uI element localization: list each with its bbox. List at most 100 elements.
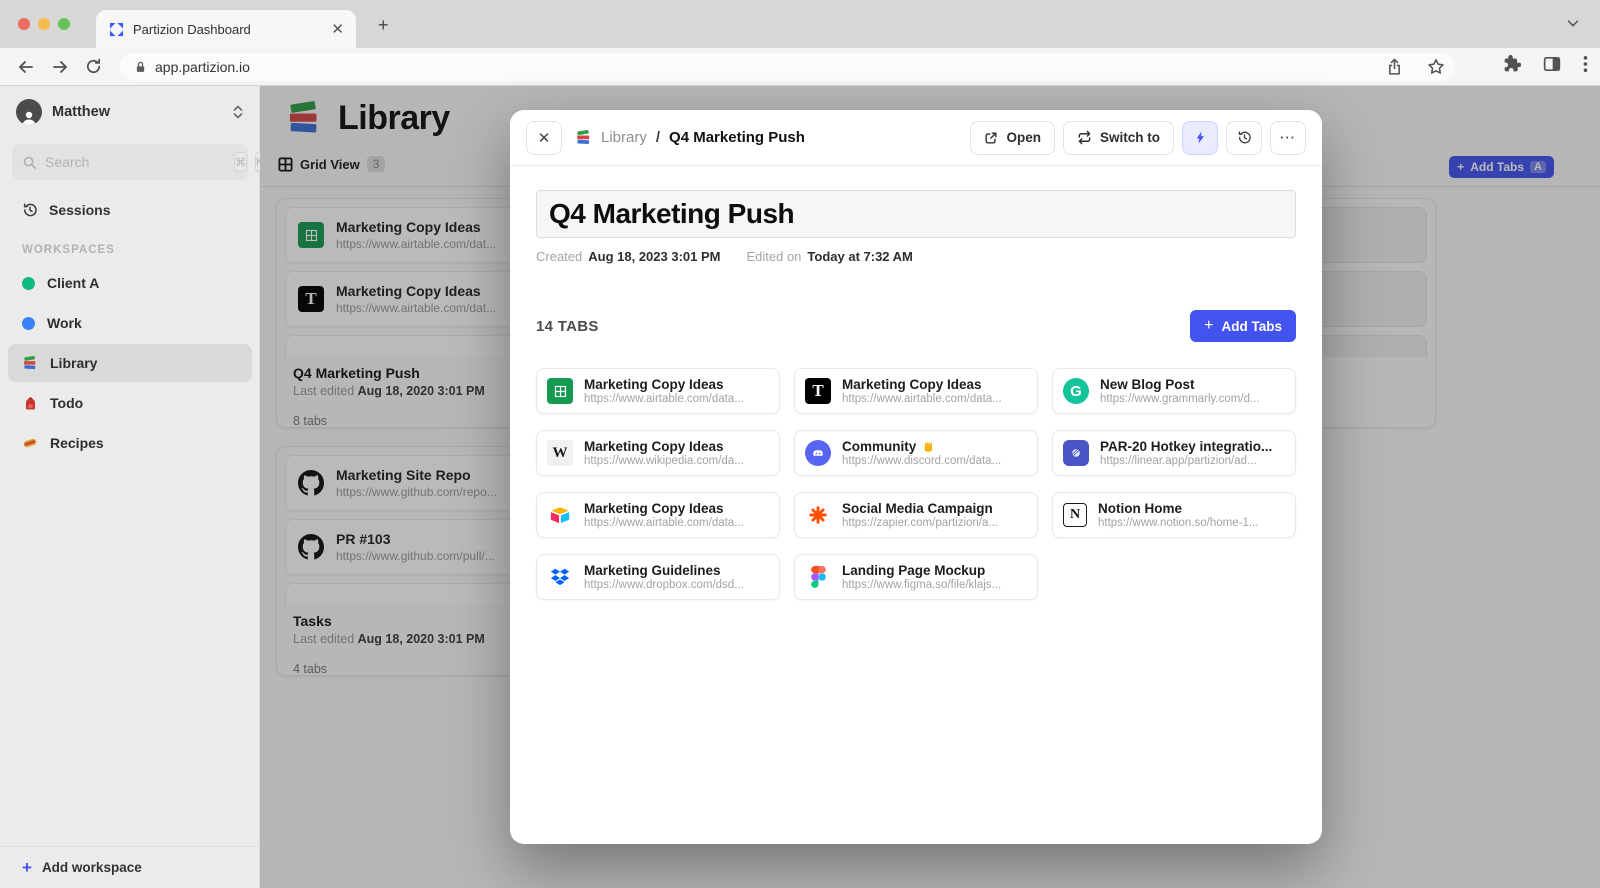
breadcrumb-parent[interactable]: Library xyxy=(601,129,647,146)
tab-url: https://linear.app/partizion/ad... xyxy=(1100,455,1272,467)
search-field[interactable] xyxy=(45,154,226,170)
switch-arrows-icon xyxy=(1077,130,1092,145)
tab-title: Community xyxy=(842,439,1001,456)
tab-card[interactable]: N Notion Home https://www.notion.so/home… xyxy=(1052,492,1296,538)
breadcrumb-current: Q4 Marketing Push xyxy=(669,129,805,146)
breadcrumb: Library / Q4 Marketing Push xyxy=(574,129,958,147)
collection-meta: Created Aug 18, 2023 3:01 PM Edited on T… xyxy=(536,249,1296,264)
modal-close-button[interactable]: ✕ xyxy=(526,121,562,155)
tab-url: https://www.airtable.com/data... xyxy=(842,393,1002,405)
tab-url: https://www.airtable.com/data... xyxy=(584,517,744,529)
tab-close-icon[interactable]: ✕ xyxy=(331,22,344,37)
quick-actions-bolt-button[interactable] xyxy=(1182,121,1218,155)
extensions-puzzle-icon[interactable] xyxy=(1503,55,1521,73)
tab-card[interactable]: PAR-20 Hotkey integratio... https://line… xyxy=(1052,430,1296,476)
tab-title: Partizion Dashboard xyxy=(133,22,322,37)
switch-to-button[interactable]: Switch to xyxy=(1063,121,1174,155)
tab-card[interactable]: Marketing Copy Ideas https://www.airtabl… xyxy=(536,368,780,414)
lock-icon[interactable] xyxy=(134,60,147,74)
tab-title: New Blog Post xyxy=(1100,377,1260,394)
account-switcher[interactable]: Matthew xyxy=(16,98,244,126)
bookmark-star-icon[interactable] xyxy=(1427,58,1445,76)
url-text[interactable]: app.partizion.io xyxy=(155,59,1386,75)
external-link-icon xyxy=(984,131,998,145)
tab-url: https://zapier.com/partizion/a... xyxy=(842,517,998,529)
tab-card[interactable]: Marketing Guidelines https://www.dropbox… xyxy=(536,554,780,600)
created-value: Aug 18, 2023 3:01 PM xyxy=(588,249,720,264)
more-options-button[interactable]: ··· xyxy=(1270,121,1306,155)
tab-url: https://www.figma.so/file/klajs... xyxy=(842,579,1001,591)
partizion-favicon xyxy=(108,21,124,37)
grammarly-icon: G xyxy=(1063,378,1089,404)
books-icon xyxy=(574,129,592,147)
open-label: Open xyxy=(1006,130,1041,145)
tab-card[interactable]: Community https://www.discord.com/data..… xyxy=(794,430,1038,476)
close-icon: ✕ xyxy=(538,129,551,147)
close-window-button[interactable] xyxy=(18,18,30,30)
sessions-label: Sessions xyxy=(49,202,110,218)
sidebar-item-library[interactable]: Library xyxy=(8,344,252,382)
minimize-window-button[interactable] xyxy=(38,18,50,30)
tab-card[interactable]: W Marketing Copy Ideas https://www.wikip… xyxy=(536,430,780,476)
forward-icon[interactable] xyxy=(50,57,70,77)
back-icon[interactable] xyxy=(16,57,36,77)
cmd-keycap: ⌘ xyxy=(234,152,247,172)
tab-card[interactable]: Social Media Campaign https://zapier.com… xyxy=(794,492,1038,538)
sidebar-item-work[interactable]: Work xyxy=(8,304,252,342)
zapier-icon xyxy=(805,502,831,528)
nytimes-icon: T xyxy=(805,378,831,404)
tab-card[interactable]: T Marketing Copy Ideas https://www.airta… xyxy=(794,368,1038,414)
books-icon xyxy=(22,355,38,371)
share-icon[interactable] xyxy=(1386,58,1403,76)
tab-card[interactable]: Landing Page Mockup https://www.figma.so… xyxy=(794,554,1038,600)
tab-title: PAR-20 Hotkey integratio... xyxy=(1100,439,1272,456)
add-tabs-button[interactable]: + Add Tabs xyxy=(1190,310,1296,342)
address-bar[interactable]: app.partizion.io xyxy=(120,53,1455,81)
window-controls[interactable] xyxy=(18,18,70,30)
tab-title: Social Media Campaign xyxy=(842,501,998,518)
zoom-window-button[interactable] xyxy=(58,18,70,30)
modal-header: ✕ Library / Q4 Marketing Push Open Switc… xyxy=(510,110,1322,166)
sidebar-item-todo[interactable]: Todo xyxy=(8,384,252,422)
user-name: Matthew xyxy=(52,104,222,120)
edited-label: Edited on xyxy=(746,249,801,264)
browser-tab-strip: Partizion Dashboard ✕ + xyxy=(0,0,1600,48)
blue-dot-icon xyxy=(22,317,35,330)
sidebar-item-recipes[interactable]: Recipes xyxy=(8,424,252,462)
workspace-label: Todo xyxy=(50,395,83,411)
sidebar-item-sessions[interactable]: Sessions xyxy=(12,192,248,228)
sidebar-item-client-a[interactable]: Client A xyxy=(8,264,252,302)
collection-detail-modal: ✕ Library / Q4 Marketing Push Open Switc… xyxy=(510,110,1322,844)
tab-title: Marketing Guidelines xyxy=(584,563,744,580)
search-input[interactable]: ⌘ K xyxy=(12,144,248,180)
workspaces-heading: WORKSPACES xyxy=(22,244,115,256)
history-clock-icon xyxy=(22,202,38,218)
tab-search-chevron-icon[interactable] xyxy=(1566,16,1580,30)
tab-card[interactable]: G New Blog Post https://www.grammarly.co… xyxy=(1052,368,1296,414)
backpack-icon xyxy=(22,395,38,411)
history-button[interactable] xyxy=(1226,121,1262,155)
reload-icon[interactable] xyxy=(84,57,103,76)
browser-tab[interactable]: Partizion Dashboard ✕ xyxy=(96,10,356,48)
open-button[interactable]: Open xyxy=(970,121,1055,155)
tab-title: Landing Page Mockup xyxy=(842,563,1001,580)
edited-value: Today at 7:32 AM xyxy=(807,249,912,264)
side-panel-icon[interactable] xyxy=(1543,55,1561,73)
figma-icon xyxy=(805,564,831,590)
collection-title-input[interactable] xyxy=(536,190,1296,238)
add-workspace-button[interactable]: + Add workspace xyxy=(0,846,259,888)
tabs-count-label: 14 TABS xyxy=(536,318,599,335)
tab-url: https://www.dropbox.com/dsd... xyxy=(584,579,744,591)
tab-url: https://www.grammarly.com/d... xyxy=(1100,393,1260,405)
wikipedia-icon: W xyxy=(547,440,573,466)
browser-toolbar: app.partizion.io xyxy=(0,48,1600,86)
tab-title: Marketing Copy Ideas xyxy=(584,501,744,518)
ellipsis-icon: ··· xyxy=(1280,130,1296,145)
browser-menu-kebab-icon[interactable] xyxy=(1583,55,1588,73)
hotdog-icon xyxy=(22,435,38,451)
modal-actions: Open Switch to ··· xyxy=(970,121,1306,155)
workspace-label: Work xyxy=(47,315,82,331)
tab-card[interactable]: Marketing Copy Ideas https://www.airtabl… xyxy=(536,492,780,538)
new-tab-button[interactable]: + xyxy=(378,16,389,34)
tab-url: https://www.airtable.com/data... xyxy=(584,393,744,405)
